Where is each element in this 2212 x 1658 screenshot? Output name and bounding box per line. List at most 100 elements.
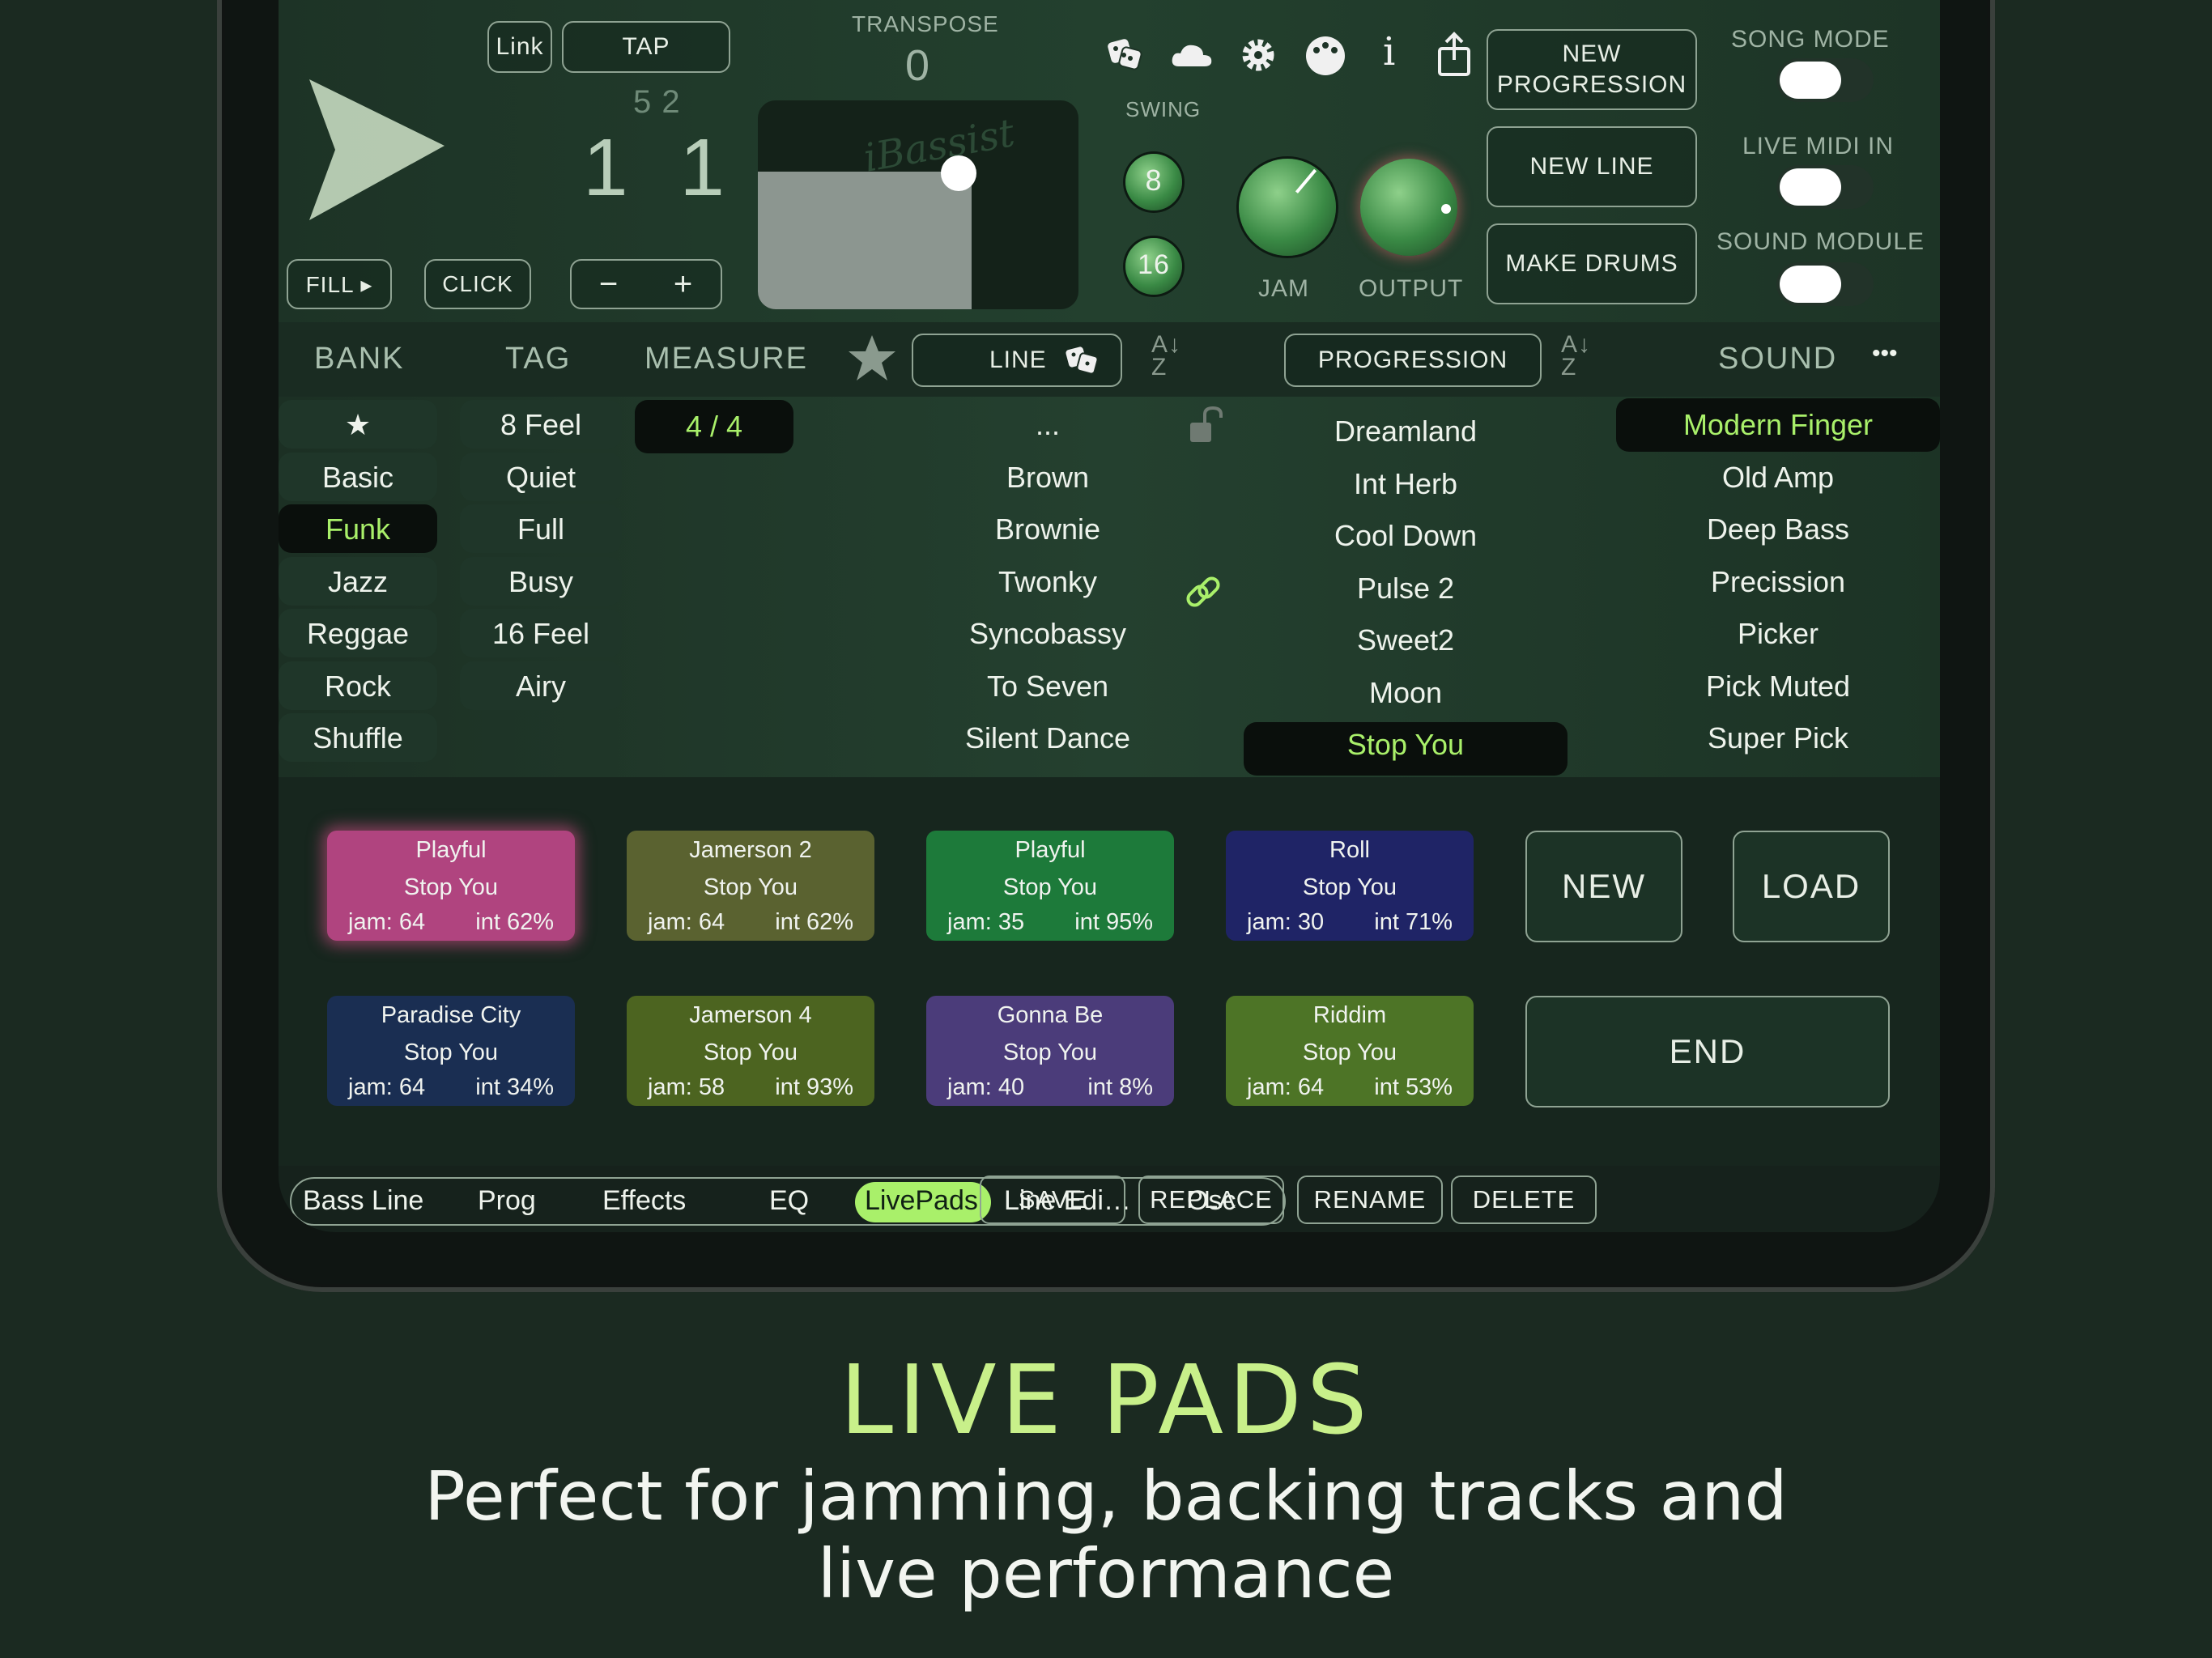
line-item[interactable]: Syncobassy — [926, 617, 1169, 651]
share-icon[interactable] — [1435, 31, 1474, 78]
sound-item[interactable]: Super Pick — [1616, 721, 1940, 755]
palette-icon[interactable] — [1304, 34, 1347, 78]
unlock-icon[interactable] — [1187, 405, 1224, 445]
sound-module-toggle[interactable] — [1776, 262, 1874, 306]
line-dice-icon[interactable] — [1064, 343, 1104, 379]
bank-item[interactable]: ★ — [279, 408, 437, 442]
tag-item[interactable]: Airy — [460, 670, 622, 704]
song-mode-toggle[interactable] — [1776, 58, 1874, 102]
bank-item[interactable]: Jazz — [279, 565, 437, 599]
progression-item[interactable]: Sweet2 — [1244, 623, 1568, 657]
minus-button[interactable]: − — [599, 266, 619, 303]
line-item[interactable]: Twonky — [926, 565, 1169, 599]
sound-item[interactable]: Old Amp — [1616, 461, 1940, 495]
save-button[interactable]: SAVE — [980, 1175, 1125, 1224]
caption-title: LIVE PADS — [840, 1344, 1372, 1456]
line-sort-icon[interactable]: A↓ Z — [1151, 333, 1181, 380]
live-midi-in-toggle[interactable] — [1776, 165, 1874, 209]
tab-livepads[interactable]: LivePads — [865, 1185, 978, 1217]
pad-jam: jam: 30 — [1247, 909, 1325, 935]
sound-item[interactable]: Precission — [1616, 565, 1940, 599]
sound-item[interactable]: Picker — [1616, 617, 1940, 651]
bank-item[interactable]: Reggae — [279, 617, 437, 651]
bank-header[interactable]: BANK — [314, 342, 404, 376]
plus-button[interactable]: + — [674, 266, 693, 303]
tab-prog[interactable]: Prog — [478, 1185, 536, 1217]
fill-button[interactable]: FILL ▸ — [287, 259, 392, 309]
line-item[interactable]: Silent Dance — [926, 721, 1169, 755]
measure-item[interactable]: 4 / 4 — [635, 410, 793, 444]
jam-knob[interactable] — [1239, 159, 1336, 256]
sound-item[interactable]: Modern Finger — [1616, 408, 1940, 442]
info-icon[interactable]: i — [1383, 29, 1396, 74]
line-button-label: LINE — [989, 346, 1047, 373]
progression-sort-icon[interactable]: A↓ Z — [1561, 333, 1591, 380]
tab-bass-line[interactable]: Bass Line — [303, 1185, 423, 1217]
sound-item[interactable]: Pick Muted — [1616, 670, 1940, 704]
line-item[interactable]: Brownie — [926, 512, 1169, 546]
progression-item[interactable]: Dreamland — [1244, 414, 1568, 449]
bank-item[interactable]: Funk — [279, 512, 437, 546]
tag-header[interactable]: TAG — [505, 342, 571, 376]
line-item[interactable]: To Seven — [926, 670, 1169, 704]
tag-item[interactable]: Quiet — [460, 461, 622, 495]
bank-item[interactable]: Rock — [279, 670, 437, 704]
load-pad-button[interactable]: LOAD — [1733, 831, 1890, 942]
pad-jam: jam: 58 — [648, 1074, 725, 1100]
line-item[interactable]: ... — [926, 408, 1169, 442]
pad-jam: jam: 64 — [348, 1074, 426, 1100]
progression-item[interactable]: Int Herb — [1244, 467, 1568, 501]
progression-item[interactable]: Moon — [1244, 676, 1568, 710]
cloud-icon[interactable] — [1169, 39, 1214, 71]
tab-effects[interactable]: Effects — [602, 1185, 686, 1217]
dice-icon[interactable] — [1104, 34, 1145, 74]
tag-item[interactable]: 8 Feel — [460, 408, 622, 442]
star-icon[interactable] — [847, 334, 897, 382]
bank-item[interactable]: Basic — [279, 461, 437, 495]
line-item[interactable]: Brown — [926, 461, 1169, 495]
gear-icon[interactable] — [1239, 36, 1278, 74]
end-button[interactable]: END — [1525, 996, 1890, 1107]
tag-item[interactable]: Busy — [460, 565, 622, 599]
make-drums-button[interactable]: MAKE DRUMS — [1487, 223, 1697, 304]
link-chain-icon[interactable] — [1184, 573, 1224, 614]
caption-subtitle-line-1: Perfect for jamming, backing tracks and — [424, 1456, 1788, 1536]
pad-name: Playful — [415, 837, 487, 863]
sound-item[interactable]: Deep Bass — [1616, 512, 1940, 546]
live-pad[interactable]: Playful Stop You jam: 64 int 62% — [327, 831, 575, 941]
pad-intensity: int 53% — [1374, 1074, 1453, 1100]
tag-item[interactable]: Full — [460, 512, 622, 546]
live-pad[interactable]: Jamerson 2 Stop You jam: 64 int 62% — [627, 831, 874, 941]
tab-eq[interactable]: EQ — [769, 1185, 809, 1217]
transpose-xy-pad[interactable]: iBassist — [758, 100, 1078, 309]
tempo-stepper[interactable]: − + — [570, 259, 722, 309]
live-pad[interactable]: Gonna Be Stop You jam: 40 int 8% — [926, 996, 1174, 1106]
progression-item[interactable]: Pulse 2 — [1244, 572, 1568, 606]
tag-item[interactable]: 16 Feel — [460, 617, 622, 651]
live-pad[interactable]: Paradise City Stop You jam: 64 int 34% — [327, 996, 575, 1106]
sound-header[interactable]: SOUND — [1718, 342, 1837, 376]
swing-8-value: 8 — [1145, 164, 1163, 197]
tap-button[interactable]: TAP — [562, 21, 730, 73]
new-pad-button[interactable]: NEW — [1525, 831, 1682, 942]
bank-item[interactable]: Shuffle — [279, 721, 437, 755]
delete-button[interactable]: DELETE — [1451, 1175, 1597, 1224]
caption-subtitle-line-2: live performance — [817, 1534, 1395, 1613]
rename-button[interactable]: RENAME — [1297, 1175, 1443, 1224]
replace-button[interactable]: REPLACE — [1138, 1175, 1284, 1224]
xy-pad-handle[interactable] — [941, 155, 976, 191]
more-icon[interactable]: ••• — [1872, 340, 1898, 368]
play-icon[interactable] — [303, 73, 449, 227]
new-line-button[interactable]: NEW LINE — [1487, 126, 1697, 207]
progression-item[interactable]: Cool Down — [1244, 519, 1568, 553]
measure-header[interactable]: MEASURE — [644, 342, 808, 376]
progression-button[interactable]: PROGRESSION — [1284, 334, 1542, 387]
live-pad[interactable]: Playful Stop You jam: 35 int 95% — [926, 831, 1174, 941]
new-progression-button[interactable]: NEW PROGRESSION — [1487, 29, 1697, 110]
live-pad[interactable]: Jamerson 4 Stop You jam: 58 int 93% — [627, 996, 874, 1106]
click-button[interactable]: CLICK — [424, 259, 531, 309]
progression-item[interactable]: Stop You — [1244, 728, 1568, 762]
live-pad[interactable]: Riddim Stop You jam: 64 int 53% — [1226, 996, 1474, 1106]
link-button[interactable]: Link — [487, 21, 552, 73]
live-pad[interactable]: Roll Stop You jam: 30 int 71% — [1226, 831, 1474, 941]
